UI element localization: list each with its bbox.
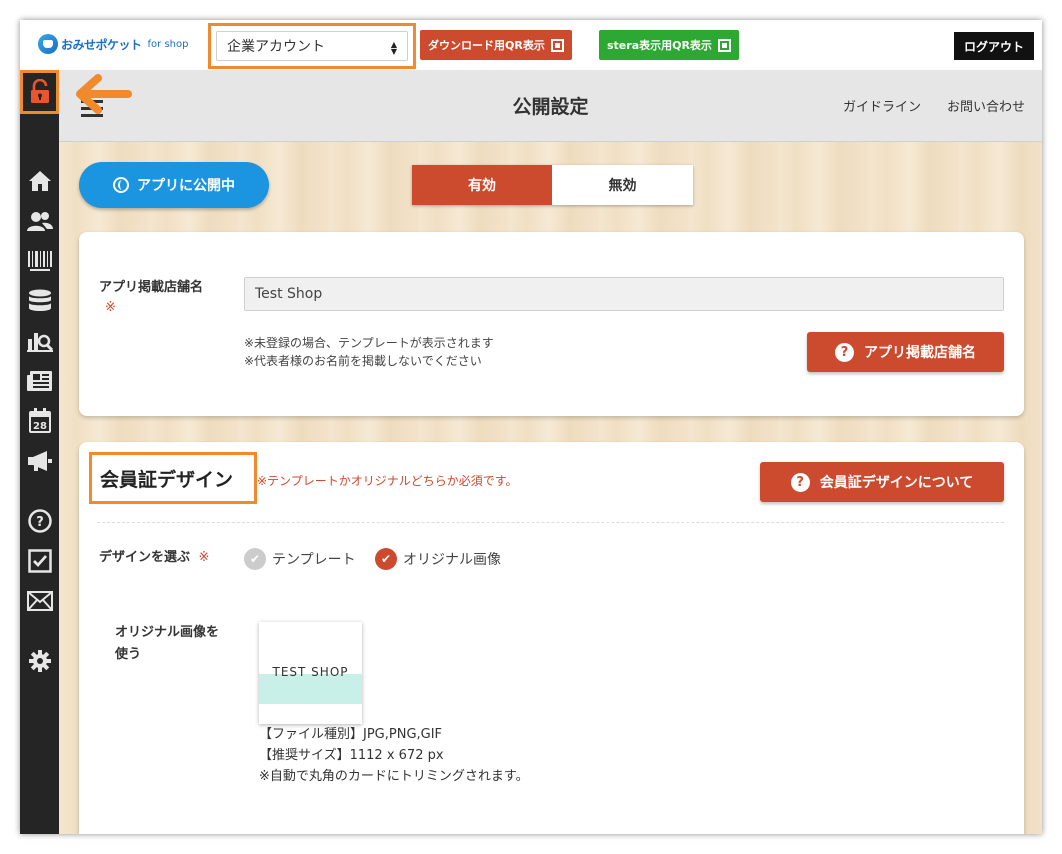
file-type-text: 【ファイル種別】JPG,PNG,GIF	[259, 727, 443, 742]
check-icon: ✔	[375, 548, 397, 570]
radio-original-image[interactable]: ✔ オリジナル画像	[375, 548, 501, 570]
section-divider	[97, 522, 1004, 523]
logout-button[interactable]: ログアウト	[954, 32, 1034, 60]
shop-name-help-label: アプリ掲載店舗名	[864, 345, 976, 361]
shop-name-card: アプリ掲載店舗名 ※ Test Shop ※未登録の場合、テンプレートが表示され…	[79, 232, 1024, 416]
account-select-value: 企業アカウント	[227, 39, 325, 55]
qr-icon	[550, 38, 564, 52]
disabled-toggle-button[interactable]: 無効	[552, 165, 693, 205]
choose-design-label: デザインを選ぶ ※	[99, 548, 209, 568]
sidebar-item-help[interactable]: ?	[20, 508, 59, 534]
stera-qr-label: stera表示用QR表示	[607, 39, 712, 52]
design-section-title: 会員証デザイン	[100, 468, 234, 491]
shop-name-value: Test Shop	[255, 286, 323, 302]
select-arrows-icon: ▲ ▼	[390, 40, 397, 56]
logo-for-shop: for shop	[147, 38, 189, 50]
sidebar-item-database[interactable]	[20, 288, 59, 314]
enabled-toggle-button[interactable]: 有効	[412, 165, 552, 205]
member-card-design-card: 会員証デザイン ※テンプレートかオリジナルどちらか必須です。 ? 会員証デザイン…	[79, 442, 1024, 834]
sidebar-item-settings[interactable]	[20, 648, 59, 674]
sidebar: 28 ?	[20, 70, 59, 834]
required-mark: ※	[105, 300, 116, 315]
globe-icon	[113, 177, 129, 193]
help-icon: ?	[27, 509, 52, 533]
shop-name-input[interactable]: Test Shop	[244, 277, 1004, 311]
qr-icon	[717, 38, 731, 52]
sidebar-item-mail[interactable]	[20, 588, 59, 614]
svg-text:?: ?	[36, 515, 44, 530]
users-icon	[26, 212, 53, 231]
check-icon: ✔	[244, 548, 266, 570]
database-icon	[28, 289, 51, 311]
app-logo[interactable]: おみせポケット for shop	[38, 34, 188, 54]
checkbox-icon	[27, 549, 52, 573]
sidebar-item-announcements[interactable]	[20, 448, 59, 474]
sidebar-item-analytics[interactable]	[20, 328, 59, 354]
account-select[interactable]: 企業アカウント ▲ ▼	[216, 31, 408, 61]
choose-design-label-text: デザインを選ぶ	[99, 550, 191, 565]
shop-name-note-line1: ※未登録の場合、テンプレートが表示されます	[244, 336, 494, 350]
shop-name-help-button[interactable]: ? アプリ掲載店舗名	[807, 332, 1004, 372]
calendar-icon: 28	[28, 408, 51, 433]
radio-original-label: オリジナル画像	[403, 552, 501, 568]
recommended-size-text: 【推奨サイズ】1112 x 672 px	[259, 748, 444, 763]
account-select-highlight: 企業アカウント ▲ ▼	[208, 23, 416, 69]
download-qr-label: ダウンロード用QR表示	[428, 39, 545, 52]
download-qr-button[interactable]: ダウンロード用QR表示	[420, 30, 572, 60]
trim-note-text: ※自動で丸角のカードにトリミングされます。	[259, 769, 529, 784]
content-area: アプリに公開中 有効 無効 アプリ掲載店舗名 ※ Test Shop ※未登録の…	[59, 142, 1042, 834]
shop-name-note: ※未登録の場合、テンプレートが表示されます ※代表者様のお名前を掲載しないでくだ…	[244, 334, 494, 370]
contact-link[interactable]: お問い合わせ	[947, 96, 1025, 115]
design-title-highlight: 会員証デザイン	[89, 452, 257, 504]
required-mark: ※	[198, 550, 210, 565]
sidebar-item-home[interactable]	[20, 168, 59, 194]
home-icon	[28, 171, 51, 191]
question-icon: ?	[835, 342, 854, 362]
analytics-icon	[26, 333, 53, 352]
design-help-label: 会員証デザインについて	[819, 475, 974, 491]
annotation-arrow-icon	[76, 74, 132, 114]
unlock-icon	[30, 79, 49, 103]
shop-name-label: アプリ掲載店舗名 ※	[99, 278, 203, 318]
radio-template[interactable]: ✔ テンプレート	[244, 548, 356, 570]
news-icon	[26, 371, 52, 391]
radio-template-label: テンプレート	[272, 552, 356, 568]
gear-icon	[28, 650, 51, 672]
top-bar: おみせポケット for shop 企業アカウント ▲ ▼ ダウンロード用QR表示 …	[20, 20, 1042, 70]
sidebar-item-news[interactable]	[20, 368, 59, 394]
page-header: 公開設定 ガイドライン お問い合わせ	[59, 70, 1042, 142]
stera-qr-button[interactable]: stera表示用QR表示	[599, 30, 739, 60]
megaphone-icon	[27, 451, 52, 471]
member-card-preview-image[interactable]: TEST SHOP	[259, 622, 362, 724]
sidebar-item-barcode[interactable]	[20, 248, 59, 274]
barcode-icon	[27, 251, 52, 271]
shop-name-note-line2: ※代表者様のお名前を掲載しないでください	[244, 354, 482, 368]
publish-toggle: 有効 無効	[412, 165, 693, 205]
sidebar-item-users[interactable]	[20, 208, 59, 234]
preview-shop-name: TEST SHOP	[272, 665, 349, 679]
svg-text:28: 28	[33, 421, 47, 432]
use-original-label: オリジナル画像を 使う	[115, 622, 219, 666]
sidebar-item-checklist[interactable]	[20, 548, 59, 574]
app-window: おみせポケット for shop 企業アカウント ▲ ▼ ダウンロード用QR表示 …	[20, 20, 1042, 834]
question-icon: ?	[790, 472, 810, 492]
sidebar-item-calendar[interactable]: 28	[20, 408, 59, 434]
design-required-note: ※テンプレートかオリジナルどちらか必須です。	[257, 474, 518, 488]
publish-status-label: アプリに公開中	[137, 178, 235, 194]
mail-icon	[26, 591, 53, 611]
publish-settings-nav[interactable]	[20, 70, 59, 114]
use-original-label-line1: オリジナル画像を	[115, 625, 220, 640]
logo-brand: おみせポケット	[61, 37, 142, 52]
publish-status-badge[interactable]: アプリに公開中	[79, 162, 269, 208]
file-info: 【ファイル種別】JPG,PNG,GIF 【推奨サイズ】1112 x 672 px…	[259, 724, 529, 787]
design-help-button[interactable]: ? 会員証デザインについて	[760, 462, 1004, 502]
shop-name-label-text: アプリ掲載店舗名	[99, 280, 204, 295]
use-original-label-line2: 使う	[115, 647, 142, 662]
logo-icon	[38, 34, 58, 54]
guideline-link[interactable]: ガイドライン	[843, 96, 921, 115]
